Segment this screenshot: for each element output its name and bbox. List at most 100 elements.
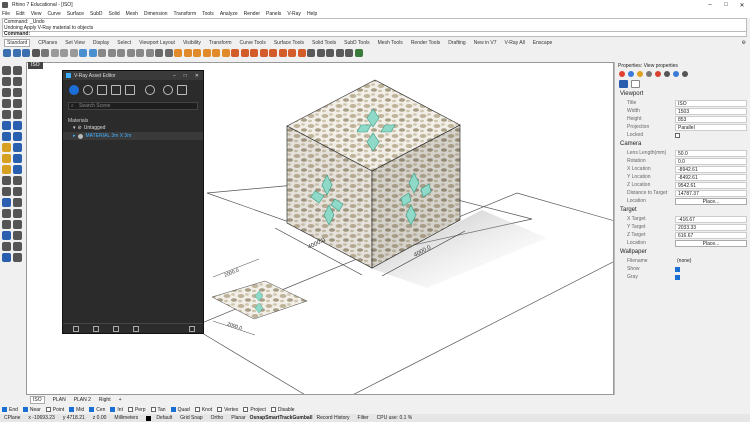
display-tab-icon[interactable] (682, 71, 688, 77)
point-icon[interactable] (174, 49, 182, 57)
curve-icon[interactable] (183, 49, 192, 57)
open-file-icon[interactable] (12, 49, 21, 57)
print-icon[interactable] (31, 49, 40, 57)
prop-width-field[interactable]: 1503 (675, 107, 747, 115)
camera-icon[interactable] (619, 80, 628, 88)
add-asset-icon[interactable] (73, 325, 79, 332)
decal-icon[interactable] (655, 71, 661, 77)
z-target-field[interactable]: 616.67 (675, 231, 747, 239)
trim-icon[interactable] (2, 209, 11, 218)
circle-icon[interactable] (202, 49, 211, 57)
layer-tab-icon[interactable] (664, 71, 670, 77)
frame-buffer-icon[interactable] (177, 85, 187, 95)
properties-icon[interactable] (297, 49, 306, 57)
undo-icon[interactable] (79, 49, 87, 57)
options-icon[interactable] (345, 49, 353, 57)
filename-value[interactable]: (none) (675, 258, 747, 265)
rectangle-icon[interactable] (221, 49, 230, 57)
arc-tool-icon[interactable] (13, 88, 22, 97)
tab-surface-tools[interactable]: Surface Tools (274, 40, 304, 46)
layer-icon[interactable] (288, 49, 296, 57)
polyline-icon[interactable] (193, 49, 201, 57)
menu-mesh[interactable]: Mesh (126, 11, 138, 17)
tab-render-tools[interactable]: Render Tools (411, 40, 440, 46)
tab-visibility[interactable]: Visibility (183, 40, 201, 46)
scale-icon[interactable] (13, 187, 22, 196)
maximize-icon[interactable]: □ (184, 73, 187, 79)
camera-tab-icon[interactable] (673, 71, 679, 77)
tab-drafting[interactable]: Drafting (448, 40, 466, 46)
add-tab-icon[interactable]: + (119, 397, 122, 403)
gray-checkbox[interactable] (675, 274, 680, 280)
menu-dimension[interactable]: Dimension (144, 11, 168, 17)
menu-edit[interactable]: Edit (16, 11, 25, 17)
osnap-checkbox[interactable] (127, 407, 133, 412)
cut-icon[interactable] (50, 49, 59, 57)
units-label[interactable]: Millimeters (114, 415, 138, 421)
box-icon[interactable] (250, 49, 258, 57)
render-tool-icon[interactable] (2, 253, 11, 262)
mesh-tool-icon[interactable] (13, 132, 22, 141)
box-tool-icon[interactable] (2, 132, 11, 141)
current-layer[interactable]: Default (156, 415, 172, 421)
check-icon[interactable] (13, 242, 22, 251)
osnap-vertex[interactable]: Vertex (217, 407, 238, 413)
tab-solid-tools[interactable]: Solid Tools (312, 40, 336, 46)
object-icon[interactable] (619, 71, 625, 77)
asset-editor-titlebar[interactable]: V-Ray Asset Editor – □ ✕ (63, 71, 203, 80)
extrude-tool-icon[interactable] (13, 143, 22, 152)
tab-display[interactable]: Display (93, 40, 109, 46)
zoom-selected-icon[interactable] (145, 49, 154, 57)
osnap-near[interactable]: Near (22, 407, 41, 413)
lens-field[interactable]: 50.0 (675, 149, 747, 157)
split-icon[interactable] (13, 209, 22, 218)
rectangle-tool-icon[interactable] (13, 99, 22, 108)
materials-icon[interactable] (69, 85, 79, 95)
osnap-project[interactable]: Project (243, 407, 266, 413)
osnap-toggle[interactable]: Osnap (250, 415, 266, 421)
move-icon[interactable] (2, 176, 11, 185)
prop-height-field[interactable]: 853 (675, 115, 747, 123)
rotate-view-icon[interactable] (107, 49, 116, 57)
smarttrack-toggle[interactable]: SmartTrack (265, 415, 292, 421)
save-asset-icon[interactable] (113, 325, 119, 332)
menu-vray[interactable]: V-Ray (287, 11, 301, 17)
ortho-toggle[interactable]: Ortho (211, 415, 224, 421)
pan-icon[interactable] (98, 49, 106, 57)
material-tab-icon[interactable] (628, 71, 634, 77)
command-prompt[interactable]: Command: (2, 31, 747, 37)
osnap-cen[interactable]: Cen (89, 407, 105, 413)
tab-plan[interactable]: PLAN (53, 397, 66, 403)
cplane-label[interactable]: CPlane (4, 415, 20, 421)
menu-solid[interactable]: Solid (109, 11, 120, 17)
boolean-icon[interactable] (2, 154, 11, 163)
osnap-mid[interactable]: Mid (69, 407, 84, 413)
purge-icon[interactable] (189, 325, 195, 332)
circle-tool-icon[interactable] (2, 88, 11, 97)
paste-icon[interactable] (69, 49, 78, 57)
tab-viewport-layout[interactable]: Viewport Layout (139, 40, 175, 46)
tab-right[interactable]: Right (99, 397, 111, 403)
cylinder-icon[interactable] (269, 49, 277, 57)
osnap-knot[interactable]: Knot (194, 407, 212, 413)
osnap-checkbox[interactable] (243, 407, 249, 412)
tab-plan-2[interactable]: PLAN 2 (74, 397, 91, 403)
layout-icon[interactable] (13, 253, 22, 262)
array-icon[interactable] (13, 165, 22, 174)
line-icon[interactable] (2, 77, 11, 86)
filter-toggle[interactable]: Filter (358, 415, 369, 421)
tab-mesh-tools[interactable]: Mesh Tools (378, 40, 403, 46)
new-file-icon[interactable] (3, 49, 11, 57)
menu-view[interactable]: View (31, 11, 42, 17)
viewport-props-icon[interactable] (631, 80, 640, 88)
osnap-quad[interactable]: Quad (170, 407, 190, 413)
osnap-checkbox[interactable] (89, 407, 95, 412)
osnap-checkbox[interactable] (194, 407, 200, 412)
osnap-checkbox[interactable] (69, 407, 75, 412)
gumball-toggle[interactable]: Gumball (292, 415, 312, 421)
ellipse-icon[interactable] (2, 99, 11, 108)
save-icon[interactable] (22, 49, 30, 57)
select-icon[interactable] (2, 66, 11, 75)
light-tool-icon[interactable] (2, 143, 11, 152)
join-icon[interactable] (2, 220, 11, 229)
